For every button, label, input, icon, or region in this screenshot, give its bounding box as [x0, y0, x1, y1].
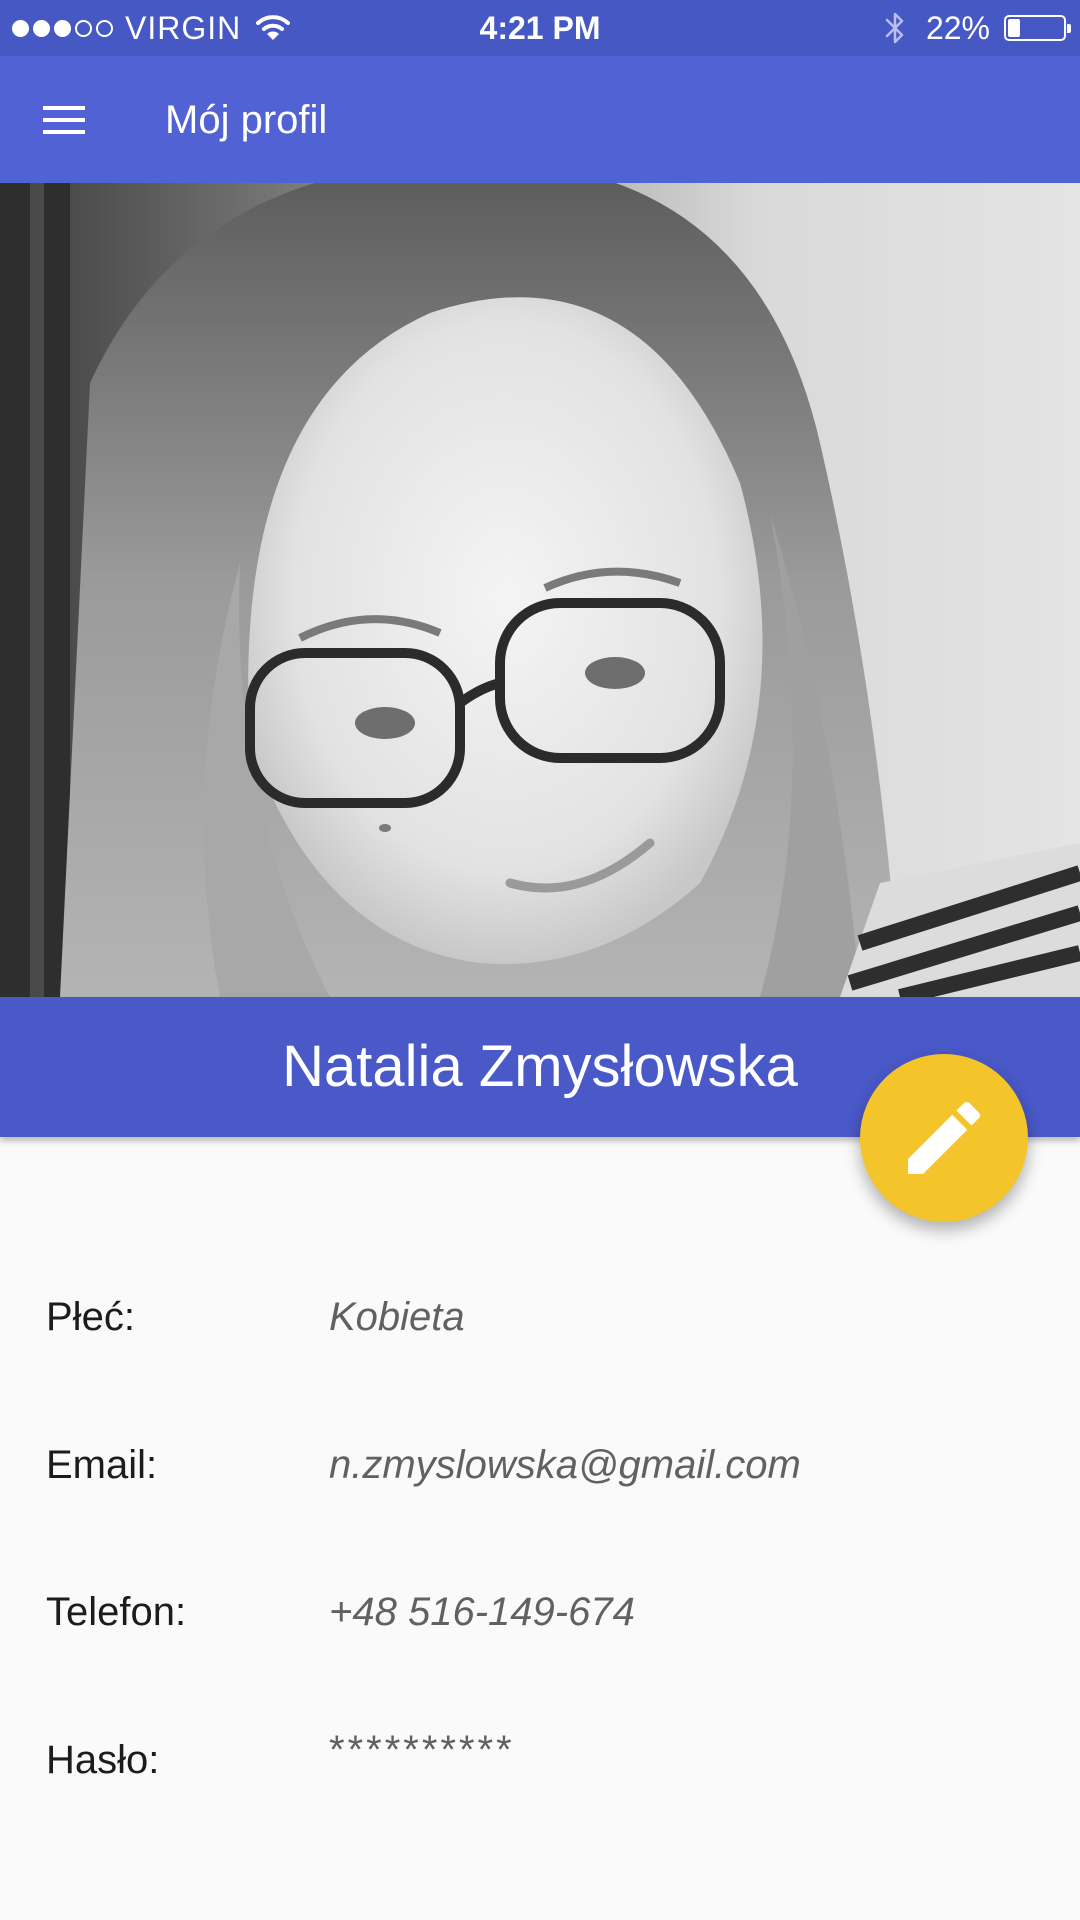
- menu-button[interactable]: [26, 88, 102, 152]
- phone-row: Telefon: +48 516-149-674: [0, 1572, 1080, 1652]
- signal-dot: [96, 19, 113, 37]
- hamburger-menu-icon: [43, 106, 85, 134]
- signal-dot: [12, 19, 29, 37]
- gender-label: Płeć:: [46, 1295, 135, 1339]
- password-row: Hasło: **********: [0, 1720, 1080, 1800]
- gender-value: Kobieta: [329, 1295, 465, 1339]
- page-title: Mój profil: [165, 98, 328, 142]
- phone-value: +48 516-149-674: [329, 1590, 635, 1634]
- signal-dot: [75, 19, 92, 37]
- profile-photo-image: [0, 183, 1080, 997]
- signal-dot: [54, 19, 71, 37]
- signal-dot: [33, 19, 50, 37]
- signal-strength-icon: [12, 19, 117, 37]
- email-value: n.zmyslowska@gmail.com: [329, 1443, 801, 1487]
- pencil-icon: [908, 1101, 981, 1174]
- status-bar: VIRGIN 4:21 PM 22%: [0, 0, 1080, 56]
- email-row: Email: n.zmyslowska@gmail.com: [0, 1425, 1080, 1505]
- carrier-info: VIRGIN: [12, 8, 291, 48]
- email-label: Email:: [46, 1443, 158, 1487]
- wifi-icon: [255, 12, 291, 44]
- app-bar: Mój profil: [0, 56, 1080, 183]
- status-right: 22%: [884, 8, 1071, 48]
- edit-profile-button[interactable]: [860, 1054, 1028, 1222]
- carrier-name: VIRGIN: [125, 9, 242, 46]
- battery-icon: [1004, 15, 1071, 41]
- battery-level: [1008, 19, 1020, 37]
- bluetooth-icon: [884, 10, 906, 46]
- password-label: Hasło:: [46, 1738, 160, 1782]
- phone-label: Telefon:: [46, 1590, 187, 1634]
- battery-percent: 22%: [925, 9, 990, 46]
- gender-row: Płeć: Kobieta: [0, 1277, 1080, 1357]
- password-value: **********: [329, 1728, 515, 1772]
- profile-photo[interactable]: [0, 183, 1080, 997]
